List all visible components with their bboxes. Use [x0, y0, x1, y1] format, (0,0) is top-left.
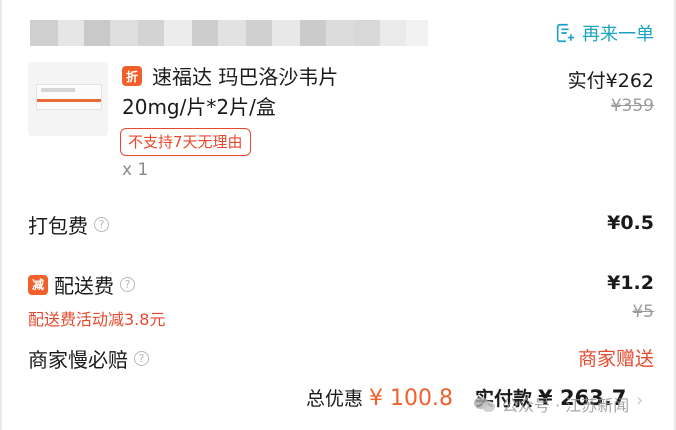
blur-block	[138, 20, 164, 46]
total-discount-label: 总优惠	[306, 388, 364, 410]
store-name-blurred	[30, 20, 428, 46]
packing-fee-row: 打包费 ?	[28, 210, 109, 239]
no-return-tag: 不支持7天无理由	[120, 128, 251, 156]
packing-fee-label: 打包费	[28, 214, 88, 238]
actual-price-text: 实付¥262	[567, 70, 654, 92]
product-name[interactable]: 速福达 玛巴洛沙韦片	[152, 64, 338, 90]
frame-border-left	[0, 0, 2, 430]
product-actual-price: 实付¥262	[568, 66, 654, 93]
medicine-box-image	[36, 84, 102, 110]
blur-block	[30, 20, 58, 46]
box-stripe	[37, 99, 101, 102]
blur-block	[110, 20, 138, 46]
reorder-label: 再来一单	[582, 24, 654, 45]
watermark-text: 公众号 · 江苏新闻	[502, 396, 630, 415]
product-quantity: x 1	[122, 160, 149, 180]
delivery-fee-row: 减 配送费 ?	[28, 270, 135, 299]
product-original-price: ¥359	[610, 96, 654, 116]
late-compensation-value: 商家赠送	[577, 348, 654, 370]
delivery-fee-value: ¥1.2	[607, 272, 654, 294]
help-icon[interactable]: ?	[120, 277, 135, 292]
blur-block	[84, 20, 110, 46]
blur-block	[272, 20, 300, 46]
watermark: 公众号 · 江苏新闻	[474, 392, 629, 416]
reduction-badge: 减	[28, 274, 48, 295]
packing-fee-value: ¥0.5	[607, 212, 654, 234]
blur-block	[380, 20, 406, 46]
reorder-icon	[556, 23, 575, 43]
late-compensation-label: 商家慢必赔	[28, 348, 128, 372]
blur-block	[164, 20, 192, 46]
delivery-promo-note: 配送费活动减3.8元	[28, 310, 166, 329]
delivery-fee-original: ¥5	[632, 302, 654, 322]
late-compensation-row: 商家慢必赔 ?	[28, 344, 149, 373]
total-discount-value: ¥ 100.8	[369, 386, 453, 411]
product-thumbnail[interactable]	[28, 62, 108, 136]
blur-block	[218, 20, 246, 46]
blur-block	[326, 20, 354, 46]
blur-block	[300, 20, 326, 46]
help-icon[interactable]: ?	[134, 351, 149, 366]
help-icon[interactable]: ?	[94, 217, 109, 232]
blur-block	[192, 20, 218, 46]
discount-badge: 折	[122, 66, 142, 86]
blur-block	[246, 20, 272, 46]
product-spec: 20mg/片*2片/盒	[122, 95, 276, 119]
blur-block	[354, 20, 380, 46]
wechat-logo-icon	[474, 395, 496, 413]
delivery-fee-label: 配送费	[54, 274, 114, 298]
box-label	[41, 88, 75, 92]
blur-block	[58, 20, 84, 46]
blur-block	[406, 20, 428, 46]
chevron-right-icon[interactable]: ›	[636, 390, 643, 411]
reorder-button[interactable]: 再来一单	[554, 20, 654, 46]
